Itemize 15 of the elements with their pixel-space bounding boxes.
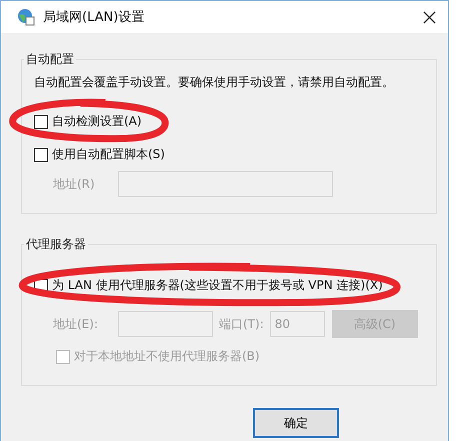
description-text: 自动配置会覆盖手动设置。要确保使用手动设置，请禁用自动配置。 — [34, 74, 395, 91]
globe-icon — [17, 8, 35, 26]
close-icon[interactable] — [423, 10, 436, 24]
checkbox[interactable] — [34, 114, 48, 128]
checkbox-label[interactable]: 自动检测设置(A) — [52, 113, 142, 130]
field-label: 地址(R) — [53, 176, 96, 192]
ok-button[interactable]: 确定 — [253, 408, 339, 438]
group-title: 代理服务器 — [25, 236, 87, 253]
window-title: 局域网(LAN)设置 — [43, 9, 146, 26]
checkbox-label[interactable]: 为 LAN 使用代理服务器(这些设置不用于拨号或 VPN 连接)(X) — [52, 277, 383, 294]
checkbox-label[interactable]: 使用自动配置脚本(S) — [52, 146, 165, 163]
field-label: 地址(E): — [53, 316, 99, 332]
field-label: 端口(T): — [219, 316, 264, 332]
group-title: 自动配置 — [25, 51, 75, 68]
checkbox[interactable] — [34, 148, 48, 162]
